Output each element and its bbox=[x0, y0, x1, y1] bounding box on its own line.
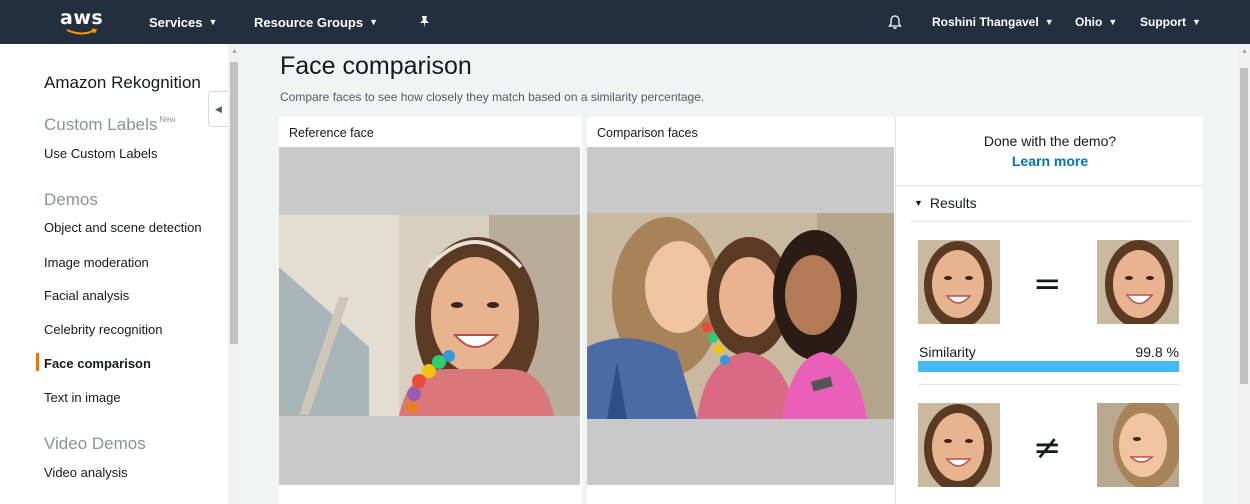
sidebar-scrollbar[interactable]: ▲ bbox=[228, 44, 240, 504]
bell-icon[interactable] bbox=[888, 0, 902, 44]
chevron-down-icon: ▼ bbox=[1044, 17, 1054, 27]
region-menu[interactable]: Ohio ▼ bbox=[1075, 0, 1117, 44]
chevron-left-icon: ◀ bbox=[215, 103, 222, 114]
user-name: Roshini Thangavel bbox=[932, 15, 1039, 29]
similarity-bar bbox=[918, 361, 1180, 372]
services-menu[interactable]: Services ▼ bbox=[149, 0, 217, 44]
resource-groups-menu[interactable]: Resource Groups ▼ bbox=[254, 0, 378, 44]
similarity-label: Similarity bbox=[919, 344, 976, 360]
reference-face-image bbox=[279, 147, 580, 485]
reference-face-thumbnail[interactable] bbox=[918, 240, 1000, 324]
matched-face-thumbnail[interactable] bbox=[1097, 240, 1179, 324]
chevron-down-icon: ▼ bbox=[369, 17, 379, 27]
chevron-down-icon: ▼ bbox=[1192, 17, 1201, 27]
sidebar-scrollbar-thumb[interactable] bbox=[230, 62, 238, 344]
sidebar-item-facial-analysis[interactable]: Facial analysis bbox=[44, 288, 129, 303]
reference-face-thumbnail[interactable] bbox=[918, 403, 1000, 487]
aws-smile-icon bbox=[66, 27, 97, 34]
services-label: Services bbox=[149, 14, 203, 30]
active-item-indicator bbox=[36, 353, 39, 371]
comparison-faces-image bbox=[587, 147, 894, 485]
page-description: Compare faces to see how closely they ma… bbox=[280, 90, 705, 104]
results-toggle[interactable]: ▼ Results bbox=[914, 195, 977, 211]
page-title: Face comparison bbox=[280, 52, 472, 80]
unmatched-face-thumbnail[interactable] bbox=[1097, 403, 1179, 487]
divider bbox=[896, 185, 1204, 186]
comparison-faces-panel: Comparison faces bbox=[587, 117, 895, 504]
sidebar: Amazon Rekognition ◀ Custom Labels New Us… bbox=[0, 44, 228, 504]
user-menu[interactable]: Roshini Thangavel ▼ bbox=[932, 0, 1054, 44]
page-scrollbar[interactable]: ▲ bbox=[1238, 44, 1250, 504]
match-equals-icon: = bbox=[1033, 264, 1062, 304]
support-menu[interactable]: Support ▼ bbox=[1140, 0, 1201, 44]
custom-labels-heading-text: Custom Labels bbox=[44, 115, 158, 134]
video-demos-heading: Video Demos bbox=[44, 434, 146, 453]
sidebar-item-use-custom-labels[interactable]: Use Custom Labels bbox=[44, 146, 157, 161]
divider bbox=[910, 221, 1190, 222]
learn-more-link[interactable]: Learn more bbox=[896, 153, 1204, 169]
similarity-value: 99.8 % bbox=[1135, 344, 1179, 360]
sidebar-item-text-in-image[interactable]: Text in image bbox=[44, 390, 121, 405]
sidebar-item-video-analysis[interactable]: Video analysis bbox=[44, 465, 128, 480]
pin-icon[interactable] bbox=[418, 0, 431, 44]
no-match-not-equal-icon: ≠ bbox=[1033, 428, 1062, 468]
region-label: Ohio bbox=[1075, 15, 1103, 29]
scroll-up-icon[interactable]: ▲ bbox=[1241, 48, 1248, 55]
sidebar-item-object-scene-detection[interactable]: Object and scene detection bbox=[44, 220, 202, 235]
custom-labels-heading: Custom Labels New bbox=[44, 115, 175, 135]
chevron-down-icon: ▼ bbox=[1108, 17, 1118, 27]
comparison-faces-image-area[interactable] bbox=[587, 147, 894, 485]
caret-down-icon: ▼ bbox=[914, 198, 923, 208]
results-heading: Results bbox=[929, 195, 977, 211]
top-navigation-bar: aws Services ▼ Resource Groups ▼ Roshini… bbox=[0, 0, 1250, 44]
demos-heading: Demos bbox=[44, 190, 98, 209]
support-label: Support bbox=[1140, 15, 1186, 29]
done-with-demo-text: Done with the demo? bbox=[983, 133, 1117, 149]
resource-groups-label: Resource Groups bbox=[254, 14, 364, 30]
reference-face-label: Reference face bbox=[289, 126, 374, 140]
reference-face-panel: Reference face bbox=[279, 117, 582, 504]
chevron-down-icon: ▼ bbox=[208, 17, 218, 27]
comparison-faces-label: Comparison faces bbox=[597, 126, 698, 140]
divider bbox=[918, 384, 1180, 385]
aws-logo-text: aws bbox=[60, 6, 104, 29]
aws-logo[interactable]: aws bbox=[60, 0, 103, 44]
reference-face-image-area[interactable] bbox=[279, 147, 580, 485]
collapse-sidebar-button[interactable]: ◀ bbox=[208, 91, 228, 127]
sidebar-item-face-comparison[interactable]: Face comparison bbox=[44, 356, 151, 371]
similarity-bar-fill bbox=[918, 361, 1180, 372]
sidebar-item-celebrity-recognition[interactable]: Celebrity recognition bbox=[44, 322, 163, 337]
results-panel: Done with the demo? Learn more ▼ Results… bbox=[895, 117, 1204, 504]
new-badge: New bbox=[159, 115, 176, 124]
page-scrollbar-thumb[interactable] bbox=[1240, 68, 1248, 384]
sidebar-title: Amazon Rekognition bbox=[44, 73, 201, 92]
sidebar-item-image-moderation[interactable]: Image moderation bbox=[44, 255, 149, 270]
scroll-up-icon[interactable]: ▲ bbox=[231, 48, 238, 55]
